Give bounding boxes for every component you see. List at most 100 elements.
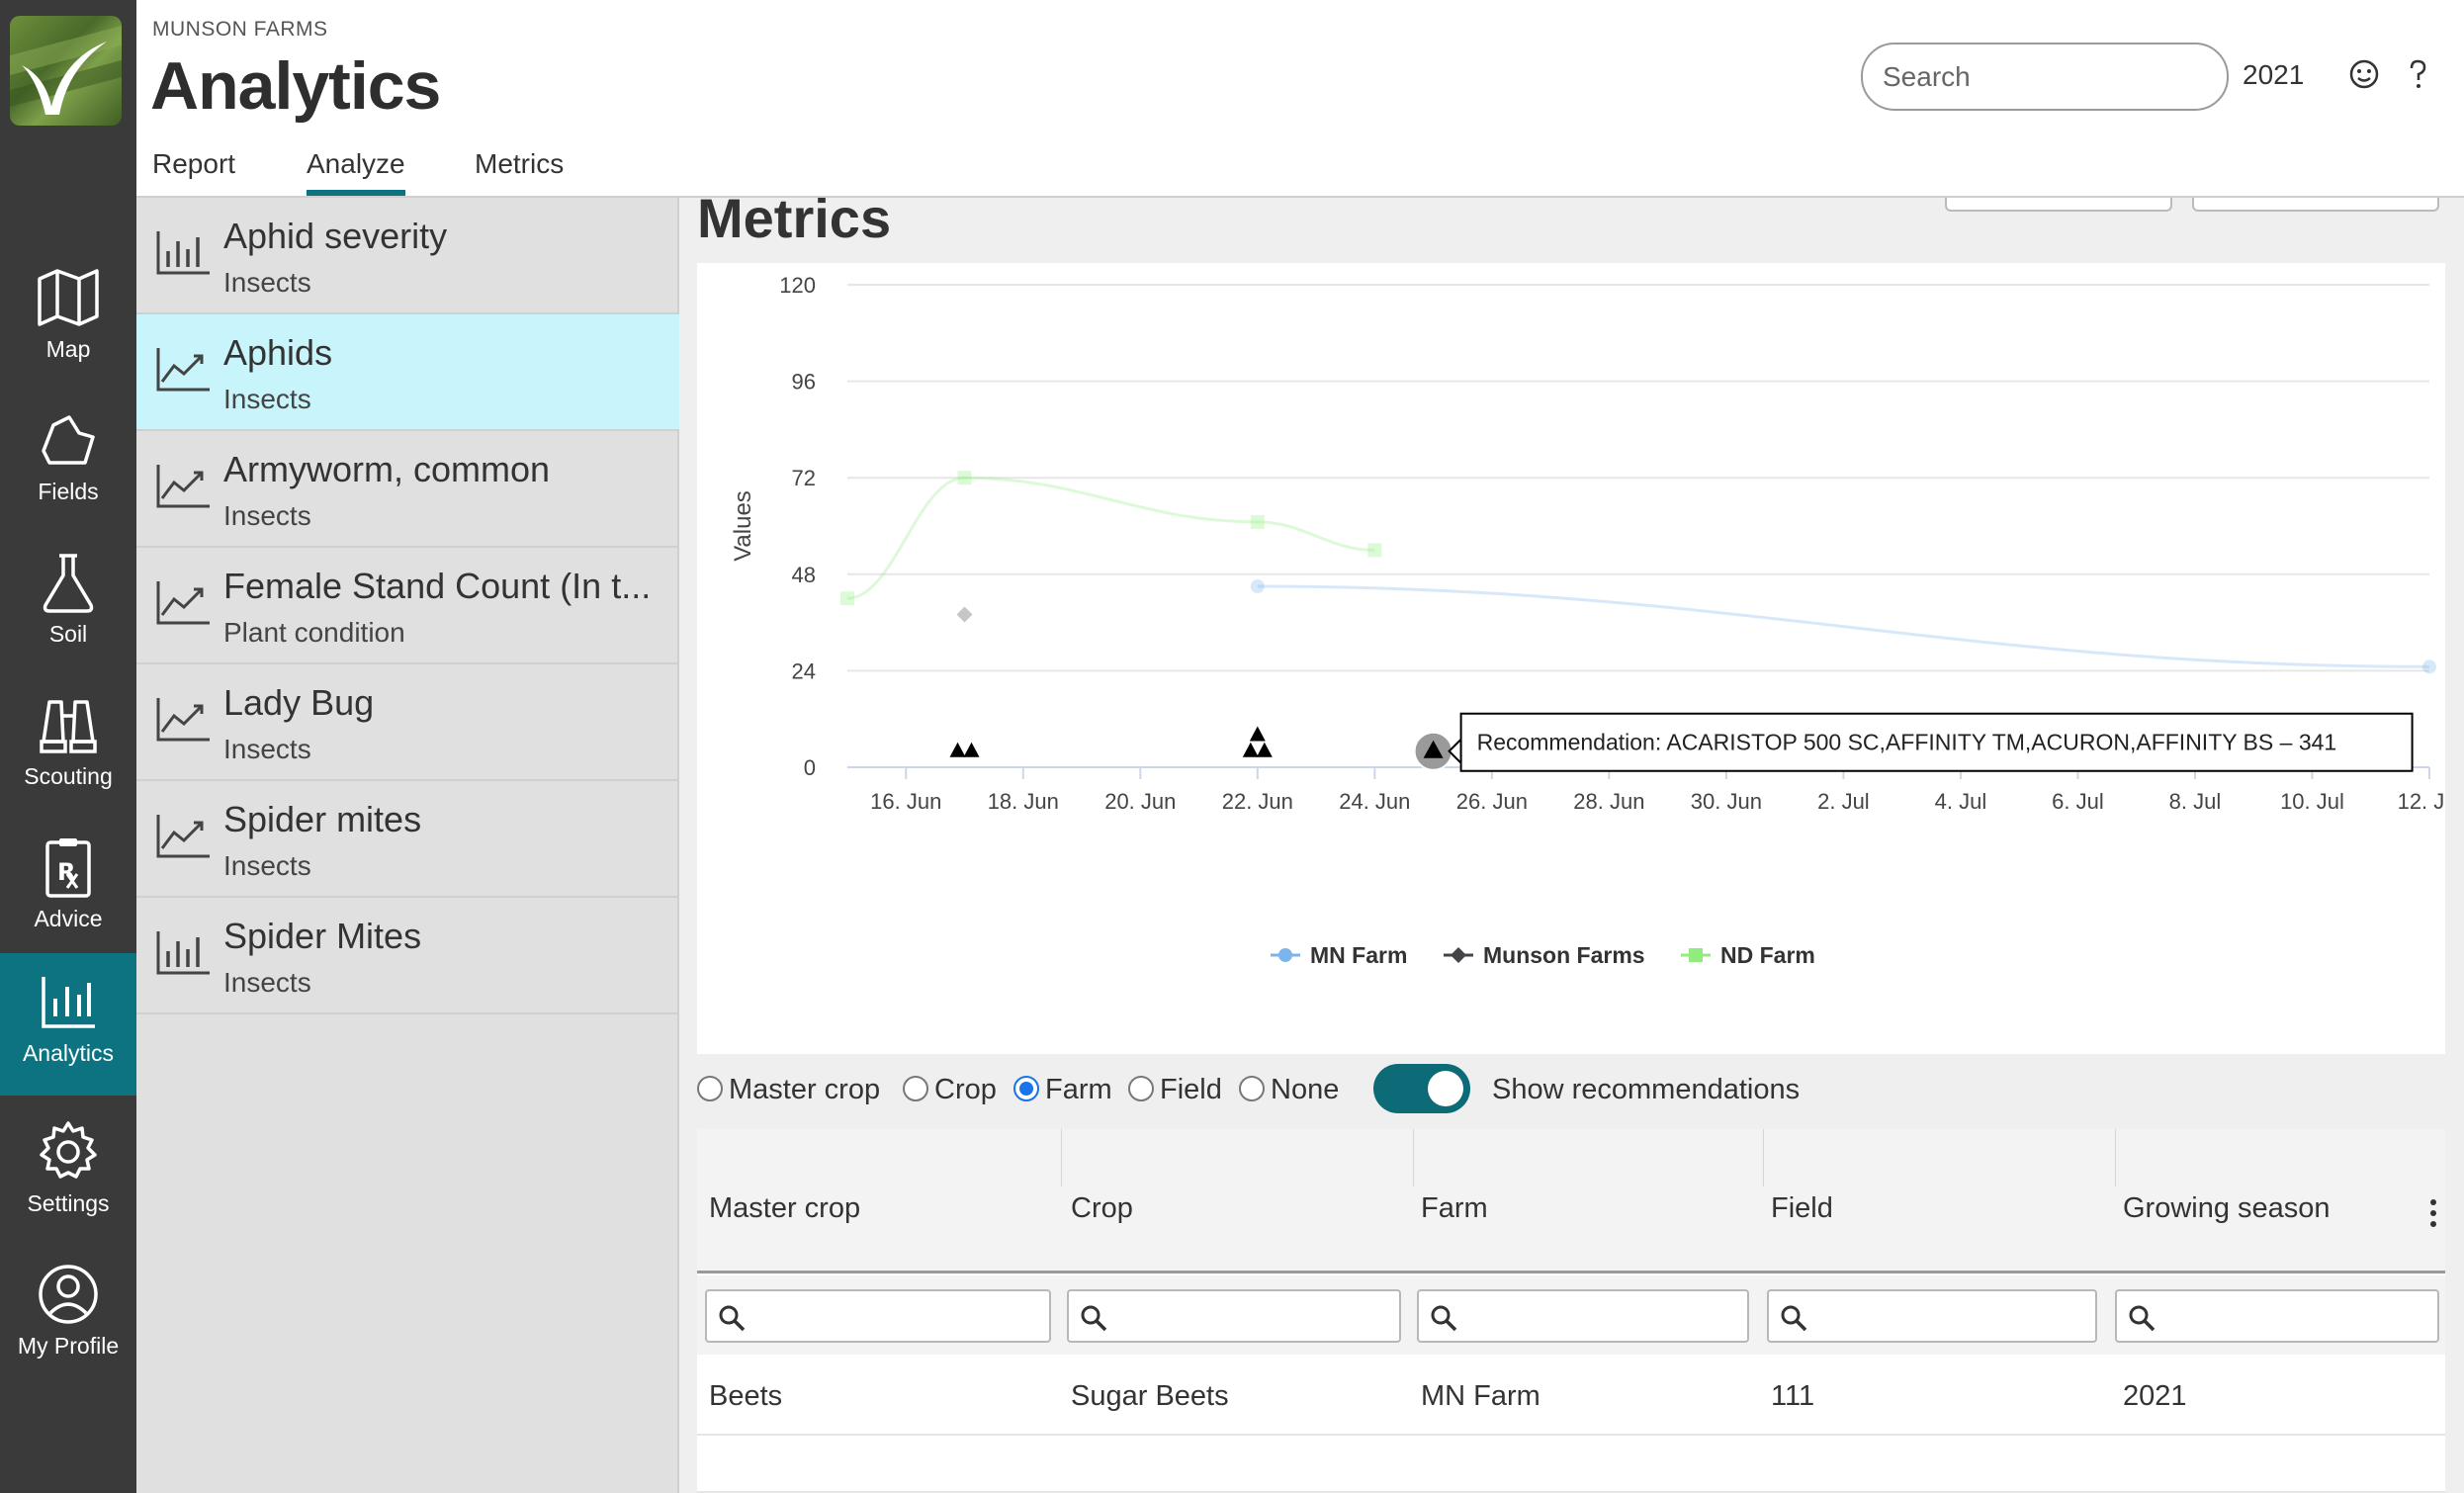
section-title: Metrics	[697, 198, 892, 249]
column-header-farm[interactable]: Farm	[1421, 1192, 1488, 1225]
field-polygon-icon	[42, 415, 95, 465]
rail-item-label: Settings	[27, 1190, 110, 1216]
search-icon	[1781, 1305, 1807, 1332]
rail-item-soil[interactable]: Soil	[0, 534, 136, 676]
radio-dot	[1013, 1076, 1039, 1101]
search-input[interactable]	[1861, 43, 2229, 111]
legend-label: ND Farm	[1720, 942, 1815, 968]
rail-item-scouting[interactable]: Scouting	[0, 676, 136, 819]
data-point	[2422, 659, 2436, 674]
filter-farm[interactable]	[1417, 1289, 1749, 1343]
x-tick-label: 22. Jun	[1222, 789, 1293, 814]
table-row[interactable]: Beets Sugar Beets MN Farm 111 2021	[697, 1361, 2445, 1436]
metric-category: Insects	[223, 384, 311, 414]
rail-item-fields[interactable]: Fields	[0, 392, 136, 534]
radio-crop[interactable]: Crop	[903, 1074, 997, 1106]
x-tick-label: 12. Jul	[2398, 789, 2445, 814]
show-recommendations-toggle[interactable]	[1373, 1064, 1470, 1113]
rail-item-label: Soil	[48, 621, 88, 647]
radio-label: Farm	[1045, 1074, 1112, 1105]
recommendation-marker	[949, 742, 966, 757]
toggle-label: Show recommendations	[1492, 1074, 1801, 1105]
help-icon[interactable]	[2401, 57, 2434, 91]
user-icon	[39, 1265, 98, 1324]
rail-item-settings[interactable]: Settings	[0, 1103, 136, 1246]
metric-name: Armyworm, common	[223, 449, 551, 489]
cell-growing-season: 2021	[2123, 1380, 2187, 1412]
list-item[interactable]: Armyworm, common Insects	[136, 431, 679, 548]
legend-label: Munson Farms	[1483, 942, 1645, 968]
series-line	[1257, 584, 2430, 668]
bar-chart-icon	[42, 977, 95, 1028]
flask-icon	[43, 554, 94, 613]
metric-category: Insects	[223, 500, 311, 531]
radio-farm[interactable]: Farm	[1013, 1074, 1112, 1106]
column-divider	[1413, 1129, 1414, 1186]
x-tick-label: 10. Jul	[2280, 789, 2344, 814]
trend-chart-icon	[156, 581, 210, 625]
tooltip-pointer-mask	[1462, 739, 1469, 761]
x-tick-label: 18. Jun	[988, 789, 1059, 814]
rail-item-advice[interactable]: R Advice	[0, 819, 136, 961]
rail-item-analytics[interactable]: Analytics	[0, 953, 136, 1096]
radio-master-crop[interactable]: Master crop	[697, 1074, 880, 1106]
list-item[interactable]: Spider mites Insects	[136, 781, 679, 898]
list-item[interactable]: Female Stand Count (In t... Plant condit…	[136, 548, 679, 664]
tab-analyze[interactable]: Analyze	[307, 148, 405, 196]
radio-label: Master crop	[729, 1074, 881, 1105]
toolbar-button[interactable]	[2192, 198, 2439, 212]
tab-report[interactable]: Report	[152, 148, 235, 180]
column-header-master-crop[interactable]: Master crop	[709, 1192, 860, 1225]
list-item[interactable]: Aphids Insects	[136, 314, 679, 431]
search-icon	[1081, 1305, 1107, 1332]
radio-none[interactable]: None	[1239, 1074, 1339, 1106]
list-item[interactable]: Aphid severity Insects	[136, 198, 679, 314]
column-header-crop[interactable]: Crop	[1071, 1192, 1133, 1225]
main-content: Metrics 0 24 48 72 96 120 Values 16. Jun 18. Jun…	[679, 198, 2464, 1493]
page-title: Analytics	[150, 48, 441, 124]
year-selector[interactable]: 2021	[2243, 59, 2304, 91]
column-menu-icon[interactable]	[2429, 1198, 2437, 1228]
page-header: MUNSON FARMS Analytics Report Analyze Me…	[136, 0, 2464, 198]
app-logo[interactable]	[10, 16, 122, 126]
radio-dot	[1239, 1076, 1265, 1101]
list-item[interactable]: Spider Mites Insects	[136, 898, 679, 1014]
recommendation-marker	[1242, 742, 1259, 757]
filter-field[interactable]	[1767, 1289, 2097, 1343]
radio-label: Crop	[934, 1074, 997, 1105]
radio-field[interactable]: Field	[1128, 1074, 1222, 1106]
trend-chart-icon	[156, 465, 210, 508]
filter-growing-season[interactable]	[2115, 1289, 2439, 1343]
recommendation-marker	[1256, 742, 1273, 757]
radio-dot	[1128, 1076, 1154, 1101]
table-row[interactable]	[697, 1446, 2445, 1493]
rail-item-my-profile[interactable]: My Profile	[0, 1246, 136, 1388]
y-axis-label: Values	[730, 490, 756, 562]
filter-crop[interactable]	[1067, 1289, 1401, 1343]
metric-name: Aphid severity	[223, 216, 448, 256]
column-divider	[1061, 1129, 1062, 1186]
tab-metrics[interactable]: Metrics	[475, 148, 564, 180]
rail-item-label: Analytics	[22, 1040, 115, 1066]
feedback-smiley-icon[interactable]	[2347, 57, 2381, 91]
y-tick-label: 96	[792, 370, 816, 395]
rail-item-map[interactable]: Map	[0, 249, 136, 392]
organization-name: MUNSON FARMS	[152, 18, 328, 41]
metric-category: Insects	[223, 967, 311, 998]
data-table: Master crop Crop Farm Field Growing seas…	[697, 1129, 2445, 1493]
toggle-knob	[1428, 1071, 1463, 1106]
filter-master-crop[interactable]	[705, 1289, 1051, 1343]
list-item[interactable]: Lady Bug Insects	[136, 664, 679, 781]
data-point	[1367, 543, 1382, 558]
x-tick-label: 16. Jun	[870, 789, 941, 814]
trend-chart-icon	[156, 698, 210, 742]
column-header-field[interactable]: Field	[1771, 1192, 1833, 1225]
metric-category: Insects	[223, 734, 311, 764]
cell-crop: Sugar Beets	[1071, 1380, 1229, 1412]
bar-chart-icon	[156, 931, 210, 975]
column-header-growing-season[interactable]: Growing season	[2123, 1192, 2331, 1225]
x-tick-label: 6. Jul	[2052, 789, 2104, 814]
map-icon	[38, 269, 99, 326]
rail-item-label: Advice	[34, 906, 103, 931]
toolbar-button[interactable]	[1945, 198, 2172, 212]
